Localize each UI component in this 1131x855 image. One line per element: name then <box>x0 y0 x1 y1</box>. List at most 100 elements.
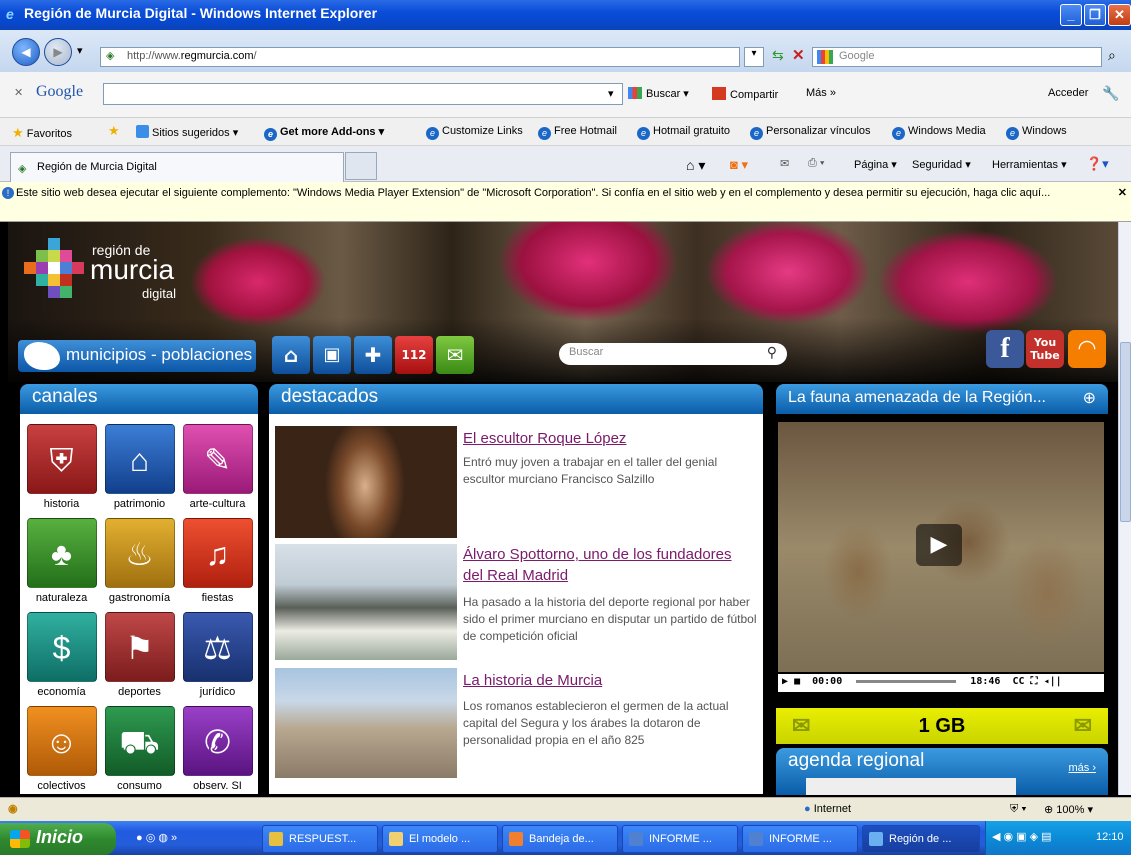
fullscreen-icon[interactable]: ⛶ <box>1031 676 1038 687</box>
google-dropdown-icon[interactable]: ▾ <box>608 87 614 100</box>
search-engine-input[interactable]: Google <box>812 47 1102 67</box>
cat-arte-cultura[interactable]: ✎ arte-cultura <box>180 424 255 510</box>
task-informe-1[interactable]: INFORME ... <box>622 825 738 853</box>
info-bar[interactable]: ! Este sitio web desea ejecutar el sigui… <box>0 182 1131 222</box>
close-infobar-icon[interactable]: ✕ <box>1118 186 1127 201</box>
quicklaunch-icons[interactable]: ● ◎ ◍ » <box>136 831 177 844</box>
cat-gastronomia[interactable]: ♨ gastronomía <box>102 518 177 604</box>
forward-button[interactable]: ▶ <box>44 38 72 66</box>
fav-windows[interactable]: e Windows <box>1006 125 1067 140</box>
add-favorite-icon[interactable]: ★ <box>108 123 120 139</box>
cat-economia[interactable]: $ economía <box>24 612 99 698</box>
article-title[interactable]: El escultor Roque López <box>463 428 626 449</box>
cat-consumo[interactable]: ⛟ consumo <box>102 706 177 792</box>
url-input[interactable]: http://www.regmurcia.com/ <box>100 47 740 67</box>
agenda-more-link[interactable]: más › <box>1069 762 1097 774</box>
compartir-button[interactable]: Compartir <box>712 87 778 101</box>
fav-customize-links[interactable]: e Customize Links <box>426 125 523 140</box>
task-respuest[interactable]: RESPUEST... <box>262 825 378 853</box>
recent-pages-dropdown-icon[interactable]: ▾ <box>77 44 83 57</box>
rss-icon[interactable]: ◙ ▾ <box>730 157 748 173</box>
refresh-icon[interactable]: ⇆ <box>772 47 784 64</box>
youtube-icon[interactable]: You Tube <box>1026 330 1064 368</box>
start-button[interactable]: Inicio <box>0 823 116 855</box>
fav-free-hotmail[interactable]: e Free Hotmail <box>538 125 617 140</box>
maximize-button[interactable]: ❐ <box>1084 4 1106 26</box>
facebook-icon[interactable]: f <box>986 330 1024 368</box>
volume-icon[interactable]: ◂|| <box>1044 676 1062 687</box>
cat-colectivos[interactable]: ☺ colectivos <box>24 706 99 792</box>
cat-deportes[interactable]: ⚑ deportes <box>102 612 177 698</box>
address-toolbar: ◀ ▶ ▾ http://www.regmurcia.com/ ◈ ▾ ⇆ ✕ … <box>0 30 1131 72</box>
google-search-input[interactable] <box>103 83 623 105</box>
article-image-spottorno[interactable] <box>275 544 457 660</box>
buscar-button[interactable]: Buscar ▾ <box>628 87 689 100</box>
favorites-bar: ★ Favoritos ★ Sitios sugeridos ▾ e Get mo… <box>0 118 1131 146</box>
zoom-control[interactable]: ⊕ 100% ▾ <box>1044 803 1093 816</box>
scroll-thumb[interactable] <box>1120 342 1131 522</box>
seguridad-menu[interactable]: Seguridad ▾ <box>912 158 971 171</box>
new-tab-button[interactable] <box>345 152 377 180</box>
cat-naturaleza[interactable]: ♣ naturaleza <box>24 518 99 604</box>
fav-hotmail-gratuito[interactable]: e Hotmail gratuito <box>637 125 730 140</box>
article-image-roque-lopez[interactable] <box>275 426 457 538</box>
protected-mode-icon[interactable]: ⛨ ▾ <box>1010 803 1027 816</box>
article-image-catedral[interactable] <box>275 668 457 778</box>
close-toolbar-icon[interactable]: ✕ <box>14 86 23 99</box>
help-icon[interactable]: ❓▾ <box>1086 156 1109 172</box>
health-shortcut-icon[interactable]: ✚ <box>354 336 392 374</box>
task-bandeja[interactable]: Bandeja de... <box>502 825 618 853</box>
promo-1gb-banner[interactable]: ✉ 1 GB ✉ <box>776 708 1108 744</box>
stop-small-icon[interactable]: ■ <box>794 676 800 687</box>
article-text: Los romanos establecieron el germen de l… <box>463 699 729 747</box>
emergency-112-icon[interactable]: 112 <box>395 336 433 374</box>
url-dropdown-icon[interactable]: ▾ <box>744 47 764 67</box>
search-icon[interactable]: ⌕ <box>1108 47 1116 64</box>
play-icon[interactable]: ▶ <box>916 524 962 566</box>
cat-patrimonio[interactable]: ⌂ patrimonio <box>102 424 177 510</box>
back-button[interactable]: ◀ <box>12 38 40 66</box>
site-search-input[interactable]: Buscar ⚲ <box>559 343 787 365</box>
site-logo[interactable]: región de murcia digital <box>20 234 190 324</box>
task-el-modelo[interactable]: El modelo ... <box>382 825 498 853</box>
stop-icon[interactable]: ✕ <box>792 46 805 64</box>
wrench-icon[interactable]: 🔧 <box>1102 85 1119 102</box>
herramientas-menu[interactable]: Herramientas ▾ <box>992 158 1067 171</box>
task-informe-2[interactable]: INFORME ... <box>742 825 858 853</box>
search-icon[interactable]: ⚲ <box>767 344 777 361</box>
article-title[interactable]: Álvaro Spottorno, uno de los fundadores … <box>463 544 753 586</box>
rss-feed-icon[interactable]: ◠ <box>1068 330 1106 368</box>
fav-sitios-sugeridos[interactable]: Sitios sugeridos ▾ <box>136 125 238 139</box>
tray-icons[interactable]: ◀ ◉ ▣ ◈ ▤ <box>992 830 1052 843</box>
fav-get-more-addons[interactable]: e Get more Add-ons ▾ <box>264 125 384 141</box>
play-small-icon[interactable]: ▶ <box>782 676 788 687</box>
google-toolbar-label: Google <box>36 83 84 100</box>
fav-personalizar-vinculos[interactable]: e Personalizar vínculos <box>750 125 871 140</box>
task-region-murcia[interactable]: Región de ... <box>862 825 980 853</box>
captions-icon[interactable]: CC <box>1012 676 1024 687</box>
zoom-icon[interactable]: ⊕ <box>1083 388 1096 408</box>
vertical-scrollbar[interactable] <box>1118 222 1131 795</box>
home-shortcut-icon[interactable]: ⌂ <box>272 336 310 374</box>
video-player[interactable]: ▶ ▶ ■ 00:00 18:46 CC ⛶ ◂|| <box>776 414 1108 704</box>
article-title[interactable]: La historia de Murcia <box>463 670 602 691</box>
print-icon[interactable]: ⎙ ▾ <box>808 157 824 170</box>
pagina-menu[interactable]: Página ▾ <box>854 158 897 171</box>
progress-bar[interactable] <box>856 679 957 683</box>
cat-juridico[interactable]: ⚖ jurídico <box>180 612 255 698</box>
email-shortcut-icon[interactable]: ✉ <box>436 336 474 374</box>
tab-region-murcia[interactable]: ◈ Región de Murcia Digital <box>10 152 344 182</box>
mas-button[interactable]: Más » <box>806 87 836 99</box>
favorites-button[interactable]: ★ Favoritos <box>12 125 72 141</box>
contacts-shortcut-icon[interactable]: ▣ <box>313 336 351 374</box>
mail-icon[interactable]: ✉ <box>780 157 789 170</box>
municipios-button[interactable]: municipios - poblaciones <box>18 340 256 372</box>
acceder-button[interactable]: Acceder <box>1048 87 1088 99</box>
close-button[interactable]: ✕ <box>1108 4 1131 26</box>
cat-historia[interactable]: ⛨ historia <box>24 424 99 510</box>
cat-observ-si[interactable]: ✆ observ. SI <box>180 706 255 792</box>
minimize-button[interactable]: _ <box>1060 4 1082 26</box>
home-icon[interactable]: ⌂ ▾ <box>686 157 705 174</box>
cat-fiestas[interactable]: ♫ fiestas <box>180 518 255 604</box>
fav-windows-media[interactable]: e Windows Media <box>892 125 986 140</box>
